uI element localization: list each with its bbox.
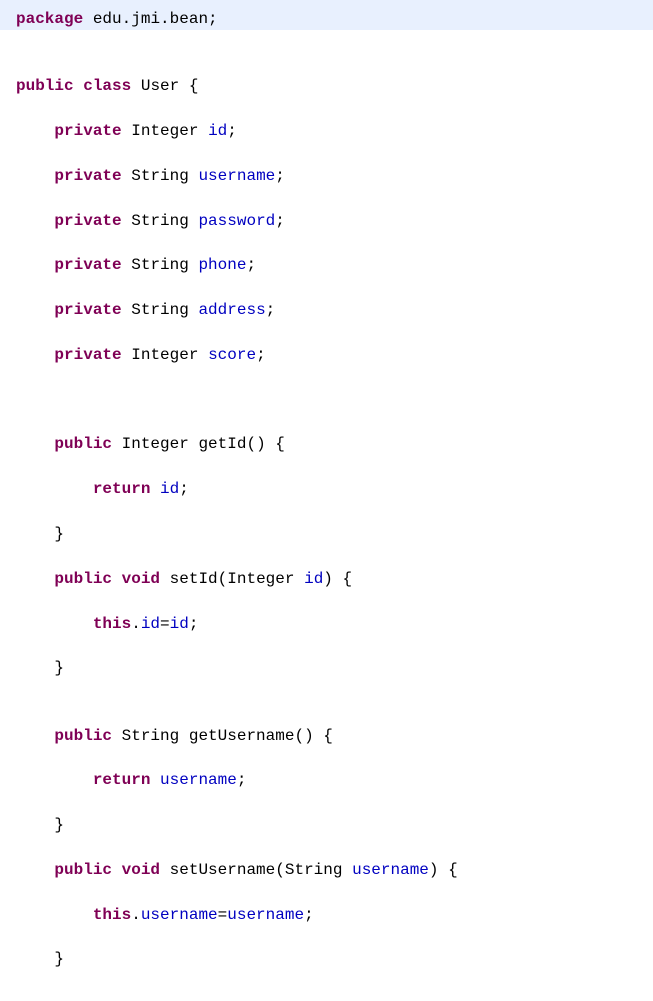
line-setusername-decl: public void setUsername(String username)…: [16, 859, 637, 881]
field-password: password: [198, 212, 275, 230]
keyword-private: private: [54, 167, 121, 185]
keyword-class: class: [83, 77, 131, 95]
line-getid-decl: public Integer getId() {: [16, 433, 637, 455]
keyword-return: return: [93, 771, 151, 789]
line-field-phone: private String phone;: [16, 254, 637, 276]
keyword-public: public: [54, 727, 112, 745]
method-setid: setId: [170, 570, 218, 588]
line-setusername-body: this.username=username;: [16, 904, 637, 926]
keyword-private: private: [54, 212, 121, 230]
type-string: String: [131, 256, 189, 274]
keyword-void: void: [122, 570, 160, 588]
ref-id: id: [141, 615, 160, 633]
method-setusername: setUsername: [170, 861, 276, 879]
line-field-id: private Integer id;: [16, 120, 637, 142]
field-score: score: [208, 346, 256, 364]
param-id: id: [304, 570, 323, 588]
keyword-private: private: [54, 256, 121, 274]
field-username: username: [198, 167, 275, 185]
line-setusername-close: }: [16, 948, 637, 970]
keyword-public: public: [16, 77, 74, 95]
keyword-return: return: [93, 480, 151, 498]
ref-id-param: id: [170, 615, 189, 633]
line-getid-close: }: [16, 523, 637, 545]
line-getid-return: return id;: [16, 478, 637, 500]
line-field-password: private String password;: [16, 210, 637, 232]
ref-username: username: [160, 771, 237, 789]
line-field-score: private Integer score;: [16, 344, 637, 366]
keyword-this: this: [93, 906, 131, 924]
keyword-private: private: [54, 301, 121, 319]
line-package: package edu.jmi.bean;: [0, 0, 653, 30]
method-getusername: getUsername: [189, 727, 295, 745]
keyword-void: void: [122, 861, 160, 879]
line-setid-decl: public void setId(Integer id) {: [16, 568, 637, 590]
line-setid-body: this.id=id;: [16, 613, 637, 635]
line-getusername-return: return username;: [16, 769, 637, 791]
line-field-address: private String address;: [16, 299, 637, 321]
type-integer: Integer: [131, 122, 198, 140]
line-class-decl: public class User {: [16, 75, 637, 97]
param-username: username: [352, 861, 429, 879]
type-integer: Integer: [122, 435, 189, 453]
line-setid-close: }: [16, 657, 637, 679]
class-name: User: [141, 77, 179, 95]
line-getusername-decl: public String getUsername() {: [16, 725, 637, 747]
ref-id: id: [160, 480, 179, 498]
package-name: edu.jmi.bean: [93, 10, 208, 28]
keyword-private: private: [54, 122, 121, 140]
keyword-public: public: [54, 861, 112, 879]
field-address: address: [198, 301, 265, 319]
type-integer: Integer: [227, 570, 294, 588]
type-integer: Integer: [131, 346, 198, 364]
type-string: String: [131, 167, 189, 185]
line-getusername-close: }: [16, 814, 637, 836]
type-string: String: [131, 212, 189, 230]
line-field-username: private String username;: [16, 165, 637, 187]
ref-username: username: [141, 906, 218, 924]
field-id: id: [208, 122, 227, 140]
ref-username-param: username: [227, 906, 304, 924]
type-string: String: [131, 301, 189, 319]
keyword-public: public: [54, 435, 112, 453]
keyword-this: this: [93, 615, 131, 633]
keyword-package: package: [16, 10, 83, 28]
code-block: package edu.jmi.bean; public class User …: [0, 0, 653, 1001]
type-string: String: [285, 861, 343, 879]
method-getid: getId: [198, 435, 246, 453]
field-phone: phone: [198, 256, 246, 274]
type-string: String: [122, 727, 180, 745]
keyword-private: private: [54, 346, 121, 364]
keyword-public: public: [54, 570, 112, 588]
